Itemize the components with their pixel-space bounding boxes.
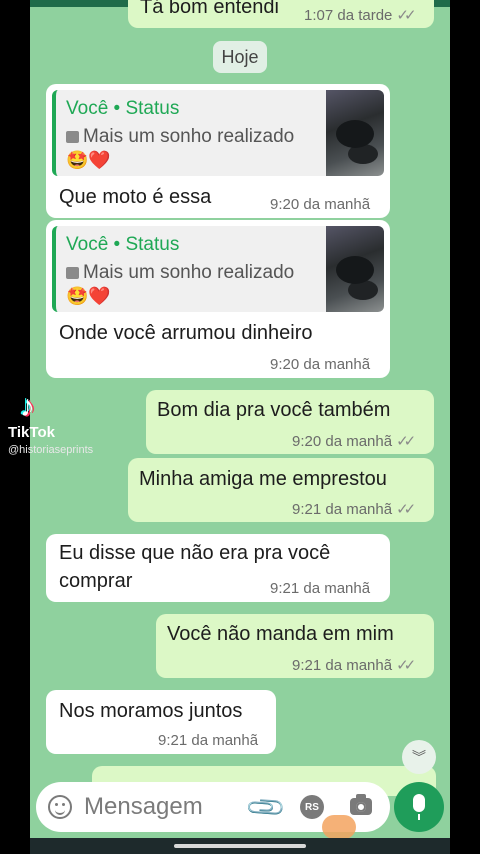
quoted-status[interactable]: Você • Status Mais um sonho realizado 🤩❤… xyxy=(52,226,384,312)
message-bubble-incoming[interactable]: Eu disse que não era pra você comprar 9:… xyxy=(46,534,390,602)
message-text: Tá bom entendi xyxy=(140,0,279,18)
read-receipt-icon: ✓✓ xyxy=(396,501,416,518)
overlay-badge xyxy=(322,815,356,839)
message-bubble-outgoing[interactable]: Minha amiga me emprestou 9:21 da manhã ✓… xyxy=(128,458,434,522)
status-thumbnail xyxy=(326,226,384,312)
message-meta: 1:07 da tarde ✓✓ xyxy=(304,6,417,25)
chevron-double-down-icon: ︾ xyxy=(412,749,426,765)
tiktok-brand: TikTok xyxy=(8,424,55,441)
message-input[interactable] xyxy=(84,792,234,822)
day-separator: Hoje xyxy=(213,41,267,73)
message-text: Minha amiga me emprestou xyxy=(139,468,387,490)
read-receipt-icon: ✓✓ xyxy=(396,7,416,24)
emoji-icon[interactable] xyxy=(48,795,72,819)
status-thumbnail xyxy=(326,90,384,176)
tiktok-username: @historiaseprints xyxy=(8,444,94,456)
message-bubble-outgoing[interactable]: Bom dia pra você também 9:20 da manhã ✓✓ xyxy=(146,390,434,454)
photo-icon xyxy=(66,267,79,279)
message-text: Que moto é essa xyxy=(59,186,212,208)
message-bubble-previous[interactable]: Tá bom entendi 1:07 da tarde ✓✓ xyxy=(128,0,434,28)
quote-emoji: 🤩❤️ xyxy=(66,150,111,170)
message-time: 9:21 da manhã xyxy=(292,500,393,518)
read-receipt-icon: ✓✓ xyxy=(396,657,416,674)
message-text-line1: Eu disse que não era pra você xyxy=(59,542,331,564)
message-meta: 9:21 da manhã ✓✓ xyxy=(292,656,416,675)
message-bubble-outgoing[interactable]: Você não manda em mim 9:21 da manhã ✓✓ xyxy=(156,614,434,678)
message-time: 9:20 da manhã xyxy=(292,432,393,450)
message-bubble-incoming[interactable]: Nos moramos juntos 9:21 da manhã xyxy=(46,690,276,754)
quote-text-row: Mais um sonho realizado xyxy=(66,126,294,148)
mic-button[interactable] xyxy=(394,782,444,832)
message-text: Nos moramos juntos xyxy=(59,700,243,722)
quote-text-row: Mais um sonho realizado xyxy=(66,262,294,284)
message-time: 9:21 da manhã xyxy=(158,732,259,749)
mic-icon xyxy=(413,794,425,820)
quote-emoji: 🤩❤️ xyxy=(66,286,111,306)
message-meta: 9:21 da manhã ✓✓ xyxy=(292,500,416,519)
scroll-to-bottom-button[interactable]: ︾ xyxy=(402,740,436,774)
photo-icon xyxy=(66,131,79,143)
message-text-line2: comprar xyxy=(59,570,133,592)
home-gesture-handle[interactable] xyxy=(174,844,306,848)
message-meta: 9:20 da manhã ✓✓ xyxy=(292,432,416,451)
camera-icon[interactable] xyxy=(350,794,372,815)
quote-text: Mais um sonho realizado xyxy=(83,126,295,147)
message-time: 9:20 da manhã xyxy=(270,196,371,213)
rs-icon[interactable]: RS xyxy=(300,795,324,819)
read-receipt-icon: ✓✓ xyxy=(396,433,416,450)
quote-author: Você • Status xyxy=(66,234,180,255)
message-bubble-incoming[interactable]: Você • Status Mais um sonho realizado 🤩❤… xyxy=(46,220,390,378)
quote-author: Você • Status xyxy=(66,98,180,119)
attach-icon[interactable]: 📎 xyxy=(244,785,289,830)
message-text: Bom dia pra você também xyxy=(157,399,391,421)
message-text: Onde você arrumou dinheiro xyxy=(59,322,313,344)
tiktok-watermark: ♪ TikTok @historiaseprints xyxy=(6,390,126,457)
message-time: 9:20 da manhã xyxy=(270,356,371,373)
message-time: 1:07 da tarde xyxy=(304,6,393,24)
quoted-status[interactable]: Você • Status Mais um sonho realizado 🤩❤… xyxy=(52,90,384,176)
message-text: Você não manda em mim xyxy=(167,623,394,645)
message-time: 9:21 da manhã xyxy=(270,580,371,597)
message-bubble-incoming[interactable]: Você • Status Mais um sonho realizado 🤩❤… xyxy=(46,84,390,218)
message-time: 9:21 da manhã xyxy=(292,656,393,674)
quote-text: Mais um sonho realizado xyxy=(83,262,295,283)
tiktok-logo-icon: ♪ xyxy=(20,390,35,423)
